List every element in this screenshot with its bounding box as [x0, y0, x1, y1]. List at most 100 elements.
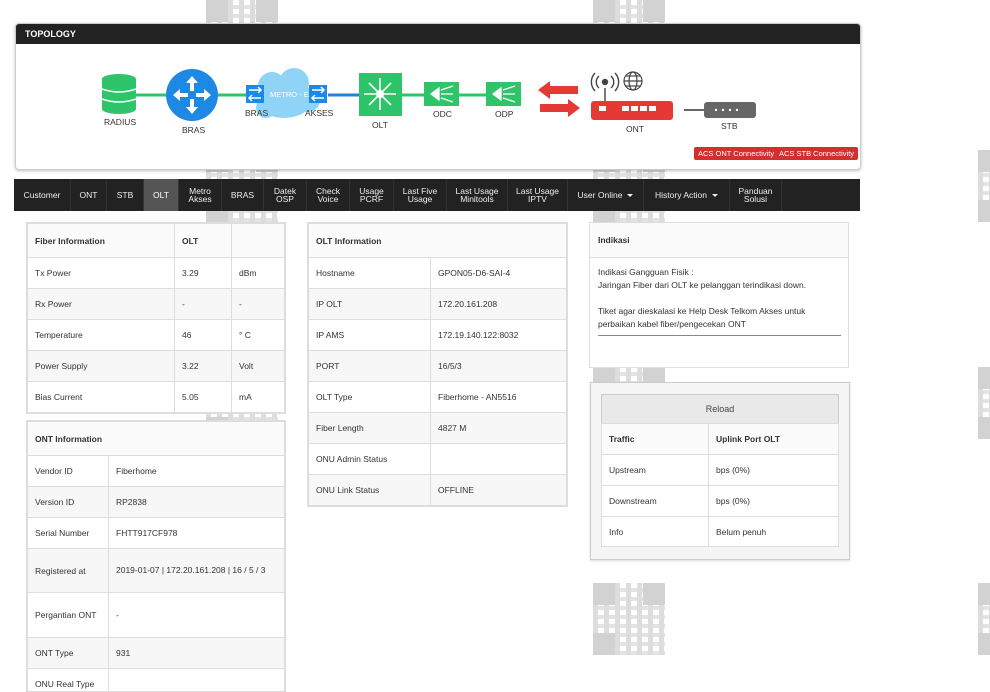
- tab-datek-osp[interactable]: DatekOSP: [264, 179, 307, 211]
- ont-value: -: [109, 593, 285, 638]
- topology-title: TOPOLOGY: [16, 24, 860, 44]
- ont-label: ONU Real Type: [28, 669, 109, 692]
- traffic-label: Info: [602, 517, 709, 547]
- indikasi-body: Indikasi Gangguan Fisik : Jaringan Fiber…: [590, 258, 848, 344]
- fiber-header-unit: [232, 224, 285, 258]
- table-row: IP OLT172.20.161.208: [309, 289, 567, 320]
- olt-information-table: OLT Information HostnameGPON05-D6-SAI-4 …: [308, 223, 567, 506]
- fiber-value: 5.05: [175, 382, 232, 413]
- ont-label: Version ID: [28, 487, 109, 518]
- watermark-qr: [593, 583, 665, 655]
- tab-label: History Action: [655, 191, 707, 199]
- tab-last-five-usage[interactable]: Last FiveUsage: [394, 179, 447, 211]
- traffic-header: Traffic: [602, 424, 709, 455]
- tab-bras[interactable]: BRAS: [222, 179, 264, 211]
- router-icon: [166, 69, 218, 121]
- olt-value: 16/5/3: [431, 351, 567, 382]
- table-row: Temperature46° C: [28, 320, 285, 351]
- indikasi-description: Jaringan Fiber dari OLT ke pelanggan ter…: [598, 279, 840, 292]
- fiber-value: -: [175, 289, 232, 320]
- tab-label-line2: Voice: [318, 194, 339, 204]
- ont-label: Registered at: [28, 549, 109, 593]
- tab-label: BRAS: [231, 191, 254, 199]
- tab-metro-akses[interactable]: MetroAkses: [179, 179, 222, 211]
- watermark-qr: [978, 150, 990, 222]
- node-label-bras-switch: BRAS: [245, 108, 268, 118]
- ont-icon: [591, 101, 673, 120]
- fiber-value: 46: [175, 320, 232, 351]
- traffic-table-wrap: Traffic Uplink Port OLT Upstreambps (0%)…: [601, 423, 839, 547]
- table-row: Tx Power3.29dBm: [28, 258, 285, 289]
- traffic-table: Traffic Uplink Port OLT Upstreambps (0%)…: [601, 423, 839, 547]
- tab-panduan-solusi[interactable]: PanduanSolusi: [730, 179, 782, 211]
- table-row: Power Supply3.22Volt: [28, 351, 285, 382]
- tab-stb[interactable]: STB: [107, 179, 144, 211]
- traffic-value: Belum penuh: [709, 517, 839, 547]
- traffic-value: bps (0%): [709, 455, 839, 486]
- caret-down-icon: [712, 194, 718, 197]
- olt-value: [431, 444, 567, 475]
- indikasi-action-line2: perbaikan kabel fiber/pengecekan ONT: [598, 318, 840, 331]
- tab-label-line2: Usage: [408, 194, 433, 204]
- tab-usage-pcrf[interactable]: UsagePCRF: [350, 179, 394, 211]
- acs-stb-connectivity-button[interactable]: ACS STB Connectivity: [775, 147, 858, 160]
- olt-info-header: OLT Information: [309, 224, 567, 258]
- fiber-unit: dBm: [232, 258, 285, 289]
- indikasi-action-line1: Tiket agar dieskalasi ke Help Desk Telko…: [598, 305, 840, 318]
- tab-history-action-dropdown[interactable]: History Action: [644, 179, 730, 211]
- table-row: OLT TypeFiberhome - AN5516: [309, 382, 567, 413]
- tab-label: Customer: [24, 191, 61, 199]
- fiber-header-olt: OLT: [175, 224, 232, 258]
- tab-label: User Online: [578, 191, 623, 199]
- ont-information-table: ONT Information Vendor IDFiberhome Versi…: [27, 421, 285, 692]
- ont-info-header: ONT Information: [28, 422, 285, 456]
- fiber-value: 3.22: [175, 351, 232, 382]
- watermark-qr: [978, 367, 990, 439]
- tab-olt[interactable]: OLT: [144, 179, 179, 211]
- node-label-akses: AKSES: [305, 108, 333, 118]
- tab-ont[interactable]: ONT: [71, 179, 107, 211]
- divider: [598, 335, 841, 336]
- table-row: ONU Admin Status: [309, 444, 567, 475]
- olt-label: ONU Link Status: [309, 475, 431, 506]
- tab-user-online-dropdown[interactable]: User Online: [568, 179, 644, 211]
- ont-value: RP2838: [109, 487, 285, 518]
- odc-icon: [424, 82, 459, 106]
- ont-label: ONT Type: [28, 638, 109, 669]
- tab-label-line2: IPTV: [528, 194, 547, 204]
- traffic-value: bps (0%): [709, 486, 839, 517]
- olt-information-panel: OLT Information HostnameGPON05-D6-SAI-4 …: [307, 222, 568, 507]
- tab-check-voice[interactable]: CheckVoice: [307, 179, 350, 211]
- exchange-arrows-icon: [538, 81, 580, 117]
- fiber-information-table: Fiber Information OLT Tx Power3.29dBm Rx…: [27, 223, 285, 413]
- traffic-label: Downstream: [602, 486, 709, 517]
- table-row: Fiber Length4827 M: [309, 413, 567, 444]
- table-row: ONT Type931: [28, 638, 285, 669]
- topology-panel: TOPOLOGY: [15, 23, 861, 170]
- tab-last-usage-minitools[interactable]: Last UsageMinitools: [447, 179, 508, 211]
- globe-icon: [624, 72, 642, 90]
- tab-label-line2: OSP: [276, 194, 294, 204]
- switch-icon: [309, 85, 327, 103]
- switch-icon: [246, 85, 264, 103]
- ont-label: Vendor ID: [28, 456, 109, 487]
- table-row: HostnameGPON05-D6-SAI-4: [309, 258, 567, 289]
- ont-value: Fiberhome: [109, 456, 285, 487]
- fiber-unit: mA: [232, 382, 285, 413]
- node-label-bras: BRAS: [182, 125, 205, 135]
- acs-ont-connectivity-button[interactable]: ACS ONT Connectivity: [694, 147, 778, 160]
- olt-value: 4827 M: [431, 413, 567, 444]
- olt-label: OLT Type: [309, 382, 431, 413]
- fiber-unit: Volt: [232, 351, 285, 382]
- tab-label-line2: Minitools: [460, 194, 494, 204]
- ont-label: Serial Number: [28, 518, 109, 549]
- tab-label: STB: [117, 191, 134, 199]
- olt-label: IP OLT: [309, 289, 431, 320]
- reload-button[interactable]: Reload: [601, 394, 839, 423]
- tab-customer[interactable]: Customer: [14, 179, 71, 211]
- olt-value: Fiberhome - AN5516: [431, 382, 567, 413]
- uplink-header: Uplink Port OLT: [709, 424, 839, 455]
- olt-value: OFFLINE: [431, 475, 567, 506]
- ont-information-panel: ONT Information Vendor IDFiberhome Versi…: [26, 420, 286, 692]
- tab-last-usage-iptv[interactable]: Last UsageIPTV: [508, 179, 568, 211]
